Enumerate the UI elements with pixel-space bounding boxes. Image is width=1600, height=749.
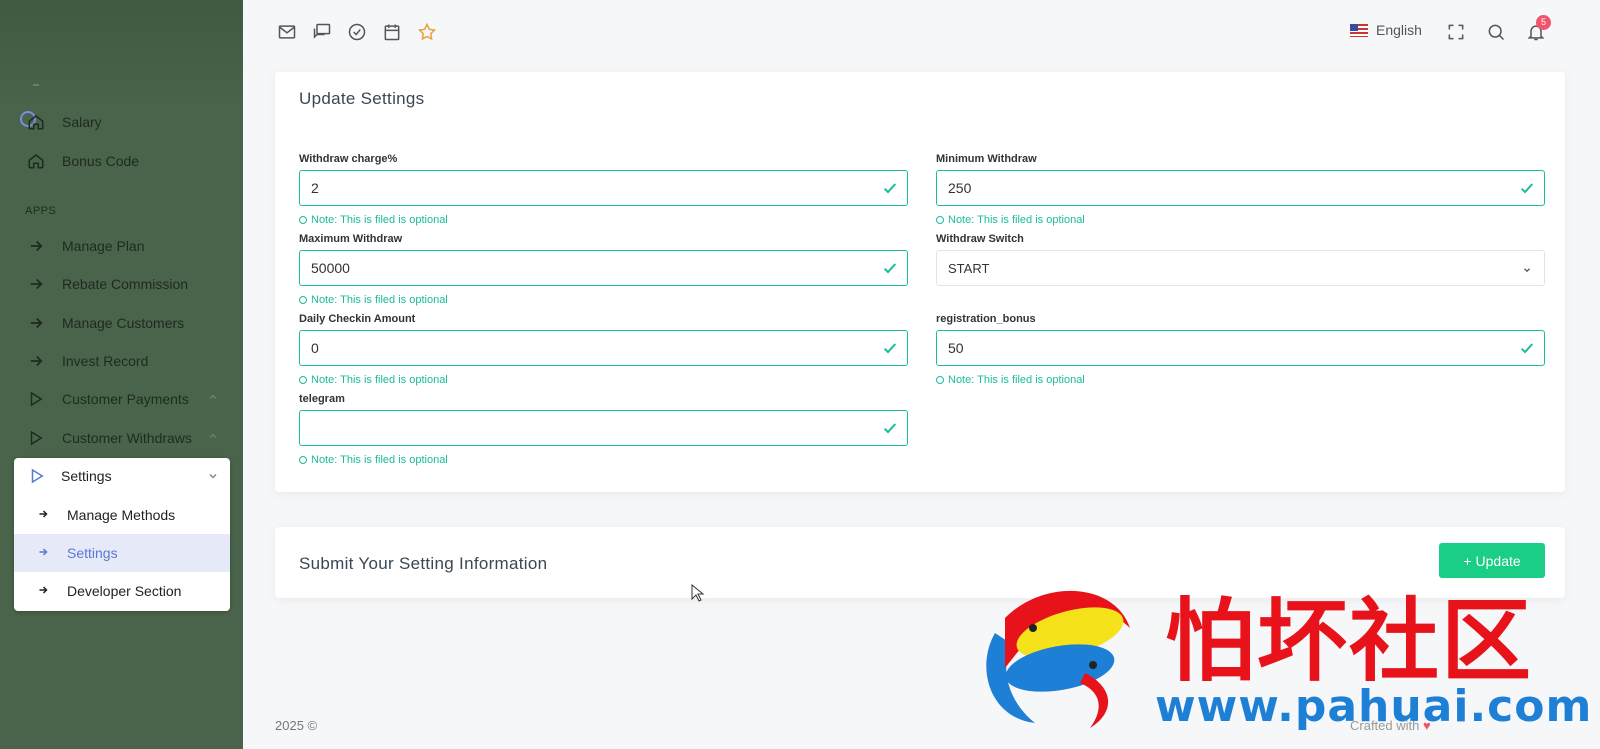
play-icon: [30, 430, 43, 446]
sidebar-item-manage-customers[interactable]: Manage Customers: [0, 305, 243, 341]
check-icon: [883, 263, 897, 274]
plus-icon: +: [1463, 552, 1472, 569]
check-icon: [883, 423, 897, 434]
sidebar-item-label: Customer Withdraws: [62, 430, 192, 446]
maximum-withdraw-input[interactable]: 50000: [299, 250, 908, 286]
optional-note: Note: This is filed is optional: [299, 294, 448, 306]
telegram-input[interactable]: [299, 410, 908, 446]
sidebar-item-label: Salary: [62, 114, 102, 130]
arrow-right-icon: [39, 548, 48, 556]
star-icon[interactable]: [417, 22, 437, 42]
submenu-item-label: Settings: [67, 545, 118, 561]
submenu-item-developer-section[interactable]: Developer Section: [14, 572, 230, 610]
withdraw-switch-select[interactable]: START: [936, 250, 1545, 286]
withdraw-charge-label: Withdraw charge%: [299, 153, 398, 165]
calendar-icon[interactable]: [382, 22, 402, 42]
sidebar-item-customer-payments[interactable]: Customer Payments: [0, 381, 243, 417]
settings-submenu: Settings Manage Methods Settings Develop…: [14, 458, 230, 611]
sidebar-item-customer-withdraws[interactable]: Customer Withdraws: [0, 420, 243, 456]
check-icon: [883, 343, 897, 354]
maximum-withdraw-label: Maximum Withdraw: [299, 233, 403, 245]
submenu-item-manage-methods[interactable]: Manage Methods: [14, 496, 230, 534]
footer-copyright: 2025 ©: [275, 718, 318, 733]
optional-note: Note: This is filed is optional: [936, 374, 1085, 386]
fish-logo-icon: [986, 590, 1130, 728]
mail-icon[interactable]: [277, 22, 297, 42]
chevron-down-icon: [209, 473, 217, 479]
sidebar-item-bonus-code[interactable]: Bonus Code: [0, 143, 243, 179]
sidebar-item-manage-plan[interactable]: Manage Plan: [0, 228, 243, 264]
sidebar-item-label: Bonus Code: [62, 153, 140, 169]
arrow-right-icon: [39, 586, 48, 594]
arrow-right-icon: [30, 240, 43, 252]
sidebar-item-salary[interactable]: Salary: [0, 104, 243, 140]
optional-note: Note: This is filed is optional: [299, 214, 448, 226]
check-icon: [1520, 343, 1534, 354]
sidebar-item-label: Settings: [61, 468, 112, 484]
input-value: 250: [948, 180, 972, 196]
optional-note: Note: This is filed is optional: [299, 374, 448, 386]
daily-checkin-input[interactable]: 0: [299, 330, 908, 366]
minimum-withdraw-label: Minimum Withdraw: [936, 153, 1037, 165]
withdraw-switch-label: Withdraw Switch: [936, 233, 1024, 245]
input-value: 2: [311, 180, 319, 196]
card-title: Update Settings: [299, 89, 425, 108]
daily-checkin-label: Daily Checkin Amount: [299, 313, 416, 325]
sidebar-item-label: Manage Plan: [62, 238, 145, 254]
telegram-label: telegram: [299, 393, 345, 405]
check-icon: [1520, 183, 1534, 194]
sidebar-section-title: APPS: [25, 205, 57, 217]
language-label: English: [1376, 22, 1422, 38]
chevron-down-icon: [1524, 268, 1530, 273]
watermark-url-text: www.pahuai.com: [1155, 681, 1593, 732]
us-flag-icon: [1350, 23, 1368, 37]
sidebar-item-settings[interactable]: Settings: [14, 458, 230, 494]
sidebar-item-rebate-commission[interactable]: Rebate Commission: [0, 266, 243, 302]
registration-bonus-label: registration_bonus: [936, 313, 1036, 325]
input-value: 50000: [311, 260, 350, 276]
arrow-right-icon: [39, 510, 48, 518]
submenu-item-settings[interactable]: Settings: [14, 534, 230, 572]
topbar: English 5: [243, 0, 1600, 62]
watermark-chinese-text: 怕坏社区: [1165, 588, 1533, 694]
input-value: 50: [948, 340, 964, 356]
chevron-up-icon: [209, 394, 217, 400]
check-icon: [883, 183, 897, 194]
sidebar-divider: [33, 84, 39, 86]
sidebar-item-label: Invest Record: [62, 353, 149, 369]
sidebar-item-label: Manage Customers: [62, 315, 185, 331]
input-value: 0: [311, 340, 319, 356]
sidebar-item-invest-record[interactable]: Invest Record: [0, 343, 243, 379]
sidebar-item-label: Customer Payments: [62, 391, 189, 407]
arrow-right-icon: [30, 278, 43, 290]
chat-icon[interactable]: [312, 22, 332, 42]
home-icon: [28, 154, 44, 169]
check-circle-icon[interactable]: [347, 22, 367, 42]
submit-title: Submit Your Setting Information: [299, 554, 548, 573]
update-settings-card: Update Settings Withdraw charge% 2 Note:…: [275, 72, 1565, 492]
fullscreen-icon[interactable]: [1446, 22, 1466, 42]
language-selector[interactable]: English: [1350, 22, 1422, 38]
chevron-up-icon: [209, 433, 217, 439]
optional-note: Note: This is filed is optional: [299, 454, 448, 466]
select-value: START: [948, 261, 990, 276]
notification-badge: 5: [1536, 15, 1551, 30]
registration-bonus-input[interactable]: 50: [936, 330, 1545, 366]
mouse-cursor-icon: [691, 584, 705, 602]
play-icon: [31, 468, 44, 484]
update-button-label: Update: [1475, 552, 1521, 569]
withdraw-charge-input[interactable]: 2: [299, 170, 908, 206]
arrow-right-icon: [30, 317, 43, 329]
home-icon: [28, 115, 44, 130]
sidebar-item-label: Rebate Commission: [62, 276, 189, 292]
optional-note: Note: This is filed is optional: [936, 214, 1085, 226]
minimum-withdraw-input[interactable]: 250: [936, 170, 1545, 206]
submenu-item-label: Manage Methods: [67, 507, 176, 523]
arrow-right-icon: [30, 355, 43, 367]
play-icon: [30, 391, 43, 407]
search-icon[interactable]: [1486, 22, 1506, 42]
submenu-item-label: Developer Section: [67, 583, 182, 599]
sidebar: Salary Bonus Code APPS Manage Plan Rebat…: [0, 0, 243, 749]
